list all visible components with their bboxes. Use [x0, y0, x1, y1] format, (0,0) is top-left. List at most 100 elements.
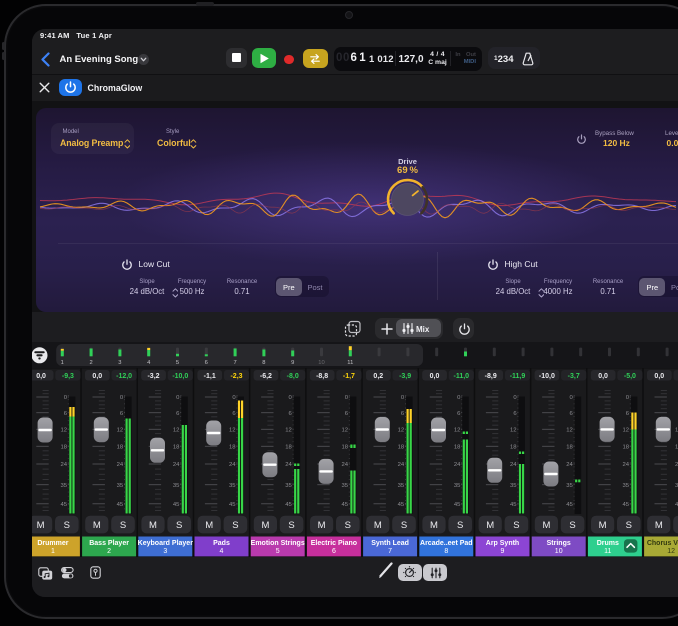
svg-text:S: S — [513, 520, 519, 531]
svg-text:0,0: 0,0 — [654, 373, 664, 380]
svg-text:45: 45 — [117, 502, 124, 508]
svg-text:Arp Synth: Arp Synth — [486, 540, 519, 547]
svg-text:10: 10 — [318, 360, 324, 366]
svg-text:12: 12 — [173, 428, 180, 434]
svg-text:M: M — [542, 520, 550, 531]
svg-text:Pads: Pads — [213, 540, 230, 547]
svg-text:45: 45 — [454, 502, 461, 508]
svg-text:S: S — [626, 520, 632, 531]
svg-text:24: 24 — [398, 462, 405, 468]
svg-text:9: 9 — [501, 548, 505, 555]
svg-text:1: 1 — [61, 360, 64, 366]
svg-text:35: 35 — [60, 483, 67, 489]
svg-text:12: 12 — [667, 548, 675, 555]
svg-text:18: 18 — [117, 445, 124, 451]
svg-text:18: 18 — [510, 445, 517, 451]
svg-text:S: S — [288, 520, 294, 531]
svg-text:18: 18 — [622, 445, 629, 451]
svg-text:Strings: Strings — [547, 540, 571, 547]
svg-text:S: S — [232, 520, 238, 531]
svg-text:3: 3 — [163, 548, 167, 555]
svg-text:-3,9: -3,9 — [399, 373, 411, 380]
svg-text:-8,9: -8,9 — [485, 373, 497, 380]
svg-text:18: 18 — [454, 445, 461, 451]
svg-text:S: S — [345, 520, 351, 531]
svg-text:35: 35 — [285, 483, 292, 489]
svg-text:24: 24 — [173, 462, 180, 468]
svg-text:M: M — [599, 520, 607, 531]
svg-text:-5,0: -5,0 — [624, 373, 636, 380]
svg-text:10: 10 — [555, 548, 563, 555]
svg-text:12: 12 — [341, 428, 348, 434]
svg-text:24: 24 — [566, 462, 573, 468]
svg-text:1: 1 — [51, 548, 55, 555]
svg-text:-3,2: -3,2 — [147, 373, 159, 380]
svg-text:S: S — [401, 520, 407, 531]
svg-text:-8,8: -8,8 — [316, 373, 328, 380]
svg-text:45: 45 — [229, 502, 236, 508]
svg-text:2: 2 — [89, 360, 92, 366]
svg-text:-1,1: -1,1 — [204, 373, 216, 380]
svg-text:35: 35 — [454, 483, 461, 489]
svg-text:9: 9 — [291, 360, 294, 366]
svg-text:18: 18 — [566, 445, 573, 451]
svg-text:-12,0: -12,0 — [116, 373, 132, 380]
svg-text:35: 35 — [622, 483, 629, 489]
svg-text:Synth Lead: Synth Lead — [371, 540, 409, 547]
svg-text:8: 8 — [444, 548, 448, 555]
svg-text:24: 24 — [510, 462, 517, 468]
svg-text:S: S — [64, 520, 70, 531]
svg-text:12: 12 — [229, 428, 236, 434]
svg-text:M: M — [93, 520, 101, 531]
svg-text:Emotion Strings: Emotion Strings — [251, 540, 305, 547]
svg-text:35: 35 — [510, 483, 517, 489]
svg-text:7: 7 — [233, 360, 236, 366]
svg-text:M: M — [374, 520, 382, 531]
svg-text:12: 12 — [285, 428, 292, 434]
svg-text:45: 45 — [510, 502, 517, 508]
svg-text:35: 35 — [117, 483, 124, 489]
svg-text:0,0: 0,0 — [36, 373, 46, 380]
svg-text:45: 45 — [622, 502, 629, 508]
svg-text:24: 24 — [341, 462, 348, 468]
svg-text:4: 4 — [220, 548, 224, 555]
svg-text:8: 8 — [262, 360, 265, 366]
svg-text:Keyboard Player: Keyboard Player — [138, 540, 194, 547]
svg-text:Chorus Vocals: Chorus Vocals — [647, 540, 678, 547]
svg-text:-8,0: -8,0 — [287, 373, 299, 380]
svg-text:12: 12 — [566, 428, 573, 434]
svg-text:35: 35 — [398, 483, 405, 489]
svg-text:S: S — [120, 520, 126, 531]
svg-text:24: 24 — [285, 462, 292, 468]
svg-text:S: S — [176, 520, 182, 531]
svg-text:18: 18 — [285, 445, 292, 451]
svg-text:35: 35 — [229, 483, 236, 489]
svg-text:24: 24 — [117, 462, 124, 468]
svg-text:12: 12 — [454, 428, 461, 434]
svg-text:45: 45 — [285, 502, 292, 508]
svg-text:M: M — [37, 520, 45, 531]
svg-text:M: M — [261, 520, 269, 531]
svg-text:0,0: 0,0 — [598, 373, 608, 380]
svg-text:0,0: 0,0 — [92, 373, 102, 380]
svg-text:45: 45 — [173, 502, 180, 508]
svg-text:24: 24 — [622, 462, 629, 468]
svg-text:35: 35 — [341, 483, 348, 489]
svg-text:S: S — [457, 520, 463, 531]
svg-text:-1,7: -1,7 — [343, 373, 355, 380]
svg-text:2: 2 — [107, 548, 111, 555]
svg-text:-11,0: -11,0 — [454, 373, 470, 380]
svg-text:18: 18 — [229, 445, 236, 451]
svg-text:24: 24 — [60, 462, 67, 468]
svg-text:5: 5 — [276, 548, 280, 555]
svg-text:Electric Piano: Electric Piano — [311, 540, 357, 547]
svg-text:6: 6 — [332, 548, 336, 555]
svg-text:18: 18 — [398, 445, 405, 451]
svg-text:45: 45 — [566, 502, 573, 508]
svg-text:12: 12 — [510, 428, 517, 434]
svg-text:M: M — [655, 520, 663, 531]
svg-text:6: 6 — [205, 360, 208, 366]
svg-text:M: M — [486, 520, 494, 531]
svg-text:-10,0: -10,0 — [539, 373, 555, 380]
svg-text:5: 5 — [176, 360, 179, 366]
